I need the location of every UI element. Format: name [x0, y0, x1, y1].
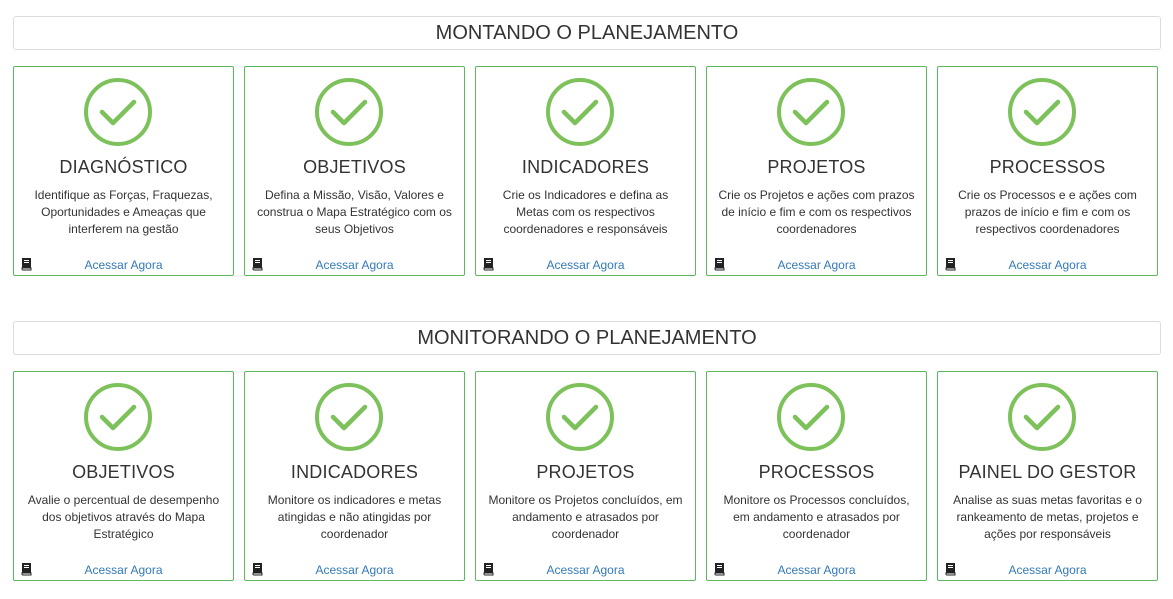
card-description: Crie os Indicadores e defina as Metas co… — [502, 188, 669, 236]
check-circle-icon — [777, 383, 845, 451]
card-title: OBJETIVOS — [303, 157, 406, 177]
check-circle-icon — [546, 78, 614, 146]
card-indicadores-monitor: INDICADORES Monitore os indicadores e me… — [244, 371, 465, 581]
access-now-link[interactable]: Acessar Agora — [707, 563, 926, 577]
card-description: Analise as suas metas favoritas e o rank… — [953, 493, 1142, 541]
check-circle-icon — [1008, 383, 1076, 451]
card-description: Monitore os indicadores e metas atingida… — [267, 493, 442, 541]
access-now-link[interactable]: Acessar Agora — [14, 258, 233, 272]
card-description: Monitore os Processos concluídos, em and… — [723, 493, 910, 541]
check-circle-icon — [315, 78, 383, 146]
card-title: PROCESSOS — [989, 157, 1106, 177]
access-now-link[interactable]: Acessar Agora — [245, 563, 464, 577]
card-description: Avalie o percentual de desempenho dos ob… — [27, 493, 220, 541]
section-title-montando: MONTANDO O PLANEJAMENTO — [13, 16, 1161, 50]
card-description: Crie os Processos e e ações com prazos d… — [958, 188, 1137, 236]
check-circle-icon — [315, 383, 383, 451]
card-processos-monitor: PROCESSOS Monitore os Processos concluíd… — [706, 371, 927, 581]
card-title: PROJETOS — [536, 462, 635, 482]
access-now-link[interactable]: Acessar Agora — [476, 258, 695, 272]
check-circle-icon — [84, 383, 152, 451]
card-objetivos: OBJETIVOS Defina a Missão, Visão, Valore… — [244, 66, 465, 276]
check-circle-icon — [777, 78, 845, 146]
card-description: Crie os Projetos e ações com prazos de i… — [718, 188, 915, 236]
card-description: Monitore os Projetos concluídos, em anda… — [488, 493, 683, 541]
card-description: Defina a Missão, Visão, Valores e constr… — [257, 188, 452, 236]
card-description: Identifique as Forças, Fraquezas, Oportu… — [34, 188, 213, 236]
card-title: PROCESSOS — [758, 462, 875, 482]
access-now-link[interactable]: Acessar Agora — [245, 258, 464, 272]
card-diagnostico: DIAGNÓSTICO Identifique as Forças, Fraqu… — [13, 66, 234, 276]
access-now-link[interactable]: Acessar Agora — [476, 563, 695, 577]
cards-row-montando: DIAGNÓSTICO Identifique as Forças, Fraqu… — [13, 66, 1161, 276]
card-title: INDICADORES — [521, 157, 650, 177]
section-title-monitorando: MONITORANDO O PLANEJAMENTO — [13, 321, 1161, 355]
card-title: INDICADORES — [290, 462, 419, 482]
check-circle-icon — [1008, 78, 1076, 146]
card-painel-do-gestor: PAINEL DO GESTOR Analise as suas metas f… — [937, 371, 1158, 581]
access-now-link[interactable]: Acessar Agora — [938, 258, 1157, 272]
card-projetos: PROJETOS Crie os Projetos e ações com pr… — [706, 66, 927, 276]
access-now-link[interactable]: Acessar Agora — [938, 563, 1157, 577]
card-objetivos-monitor: OBJETIVOS Avalie o percentual de desempe… — [13, 371, 234, 581]
check-circle-icon — [84, 78, 152, 146]
card-processos: PROCESSOS Crie os Processos e e ações co… — [937, 66, 1158, 276]
card-title: DIAGNÓSTICO — [59, 157, 188, 177]
card-indicadores: INDICADORES Crie os Indicadores e defina… — [475, 66, 696, 276]
access-now-link[interactable]: Acessar Agora — [14, 563, 233, 577]
card-title: OBJETIVOS — [72, 462, 175, 482]
check-circle-icon — [546, 383, 614, 451]
access-now-link[interactable]: Acessar Agora — [707, 258, 926, 272]
card-title: PAINEL DO GESTOR — [958, 462, 1137, 482]
card-title: PROJETOS — [767, 157, 866, 177]
card-projetos-monitor: PROJETOS Monitore os Projetos concluídos… — [475, 371, 696, 581]
cards-row-monitorando: OBJETIVOS Avalie o percentual de desempe… — [13, 371, 1161, 581]
